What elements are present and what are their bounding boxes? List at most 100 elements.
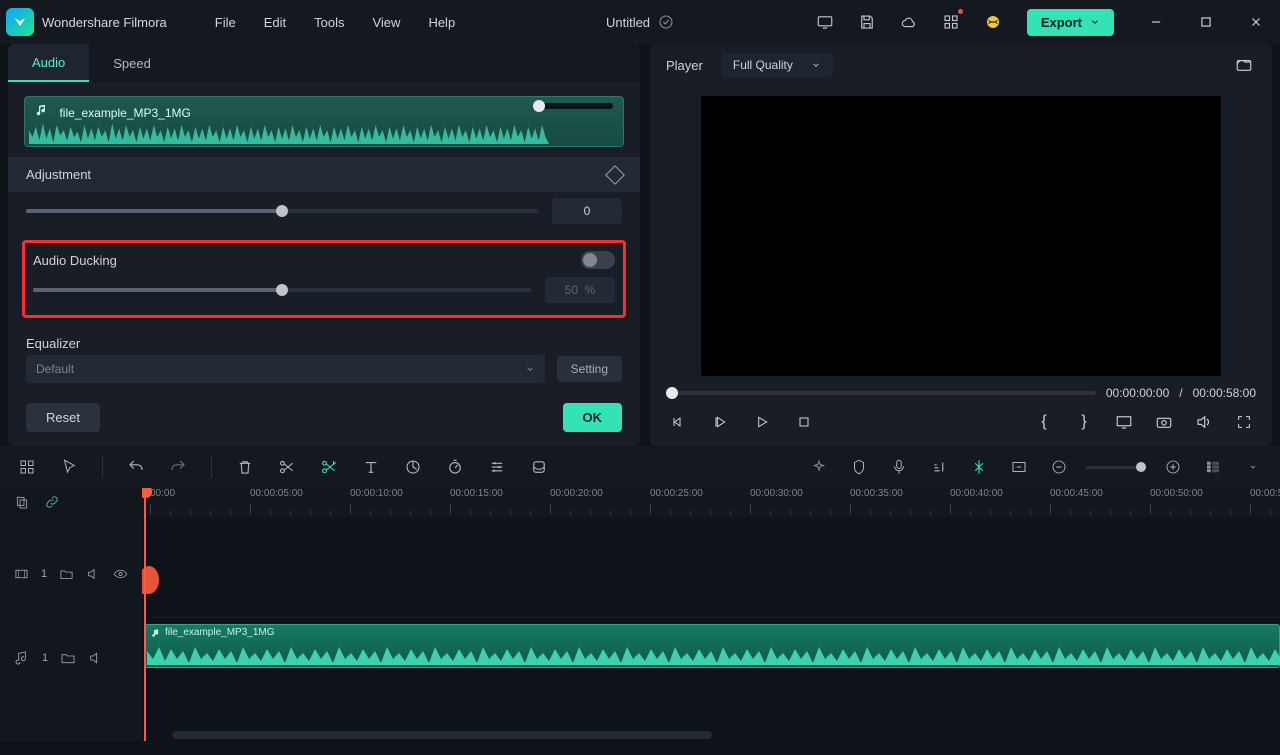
mark-in-icon[interactable]: {: [1032, 410, 1056, 434]
export-button[interactable]: Export: [1027, 9, 1114, 36]
delete-icon[interactable]: [232, 454, 258, 480]
video-track-header[interactable]: 1: [0, 518, 142, 630]
timeline: 1 1 00:0000:00:05:0000:00:10:0000:00:15:…: [0, 488, 1280, 741]
zoom-out-icon[interactable]: [1046, 454, 1072, 480]
track-menu-icon[interactable]: [1240, 454, 1266, 480]
snapshot-icon[interactable]: [1232, 53, 1256, 77]
window-minimize[interactable]: [1138, 8, 1174, 36]
panel-footer: Reset OK: [8, 393, 640, 446]
clip-visualizer[interactable]: file_example_MP3_1MG: [24, 96, 624, 147]
prev-frame-icon[interactable]: [666, 410, 690, 434]
adjust-icon[interactable]: [484, 454, 510, 480]
pitch-slider[interactable]: [26, 209, 538, 213]
marker-icon[interactable]: [846, 454, 872, 480]
tab-speed[interactable]: Speed: [89, 44, 175, 82]
fullscreen-icon[interactable]: [1232, 410, 1256, 434]
text-icon[interactable]: [358, 454, 384, 480]
sparkle-icon[interactable]: [806, 454, 832, 480]
audio-ducking-label: Audio Ducking: [33, 253, 117, 268]
keyframe-diamond-icon[interactable]: [605, 165, 625, 185]
window-maximize[interactable]: [1188, 8, 1224, 36]
seek-slider[interactable]: [666, 391, 1096, 395]
titlebar: Wondershare Filmora File Edit Tools View…: [0, 0, 1280, 44]
ruler-tick: 00:00:05:00: [250, 488, 303, 499]
split-icon[interactable]: [274, 454, 300, 480]
reset-button[interactable]: Reset: [26, 403, 100, 432]
copy-icon[interactable]: [14, 494, 30, 510]
undo-icon[interactable]: [123, 454, 149, 480]
ruler-tick: 00:00:10:00: [350, 488, 403, 499]
mixer-icon[interactable]: [926, 454, 952, 480]
grid-icon[interactable]: [14, 454, 40, 480]
menu-view[interactable]: View: [372, 15, 400, 30]
crop-icon[interactable]: [400, 454, 426, 480]
audio-track-lane[interactable]: file_example_MP3_1MG: [142, 618, 1280, 674]
zoom-in-icon[interactable]: [1160, 454, 1186, 480]
equalizer-preset-value: Default: [36, 362, 74, 376]
mic-icon[interactable]: [886, 454, 912, 480]
redo-icon[interactable]: [165, 454, 191, 480]
timeline-scrollbar[interactable]: [172, 731, 712, 739]
cursor-icon[interactable]: [56, 454, 82, 480]
time-ruler[interactable]: 00:0000:00:05:0000:00:10:0000:00:15:0000…: [142, 488, 1280, 518]
video-track-icon: [14, 566, 29, 582]
audio-track-header[interactable]: 1: [0, 630, 142, 686]
audio-clip[interactable]: file_example_MP3_1MG: [144, 624, 1280, 668]
folder-icon[interactable]: [59, 566, 74, 582]
window-close[interactable]: [1238, 8, 1274, 36]
frame-icon[interactable]: [1006, 454, 1032, 480]
audio-ducking-toggle[interactable]: [581, 251, 615, 269]
zoom-slider[interactable]: [1086, 466, 1146, 469]
apps-icon[interactable]: [937, 8, 965, 36]
video-track-lane[interactable]: [142, 518, 1280, 618]
globe-icon[interactable]: [979, 8, 1007, 36]
menu-help[interactable]: Help: [428, 15, 455, 30]
link-icon[interactable]: [44, 494, 60, 510]
playhead[interactable]: [144, 488, 146, 741]
chevron-down-icon: [811, 60, 821, 70]
equalizer-setting-button[interactable]: Setting: [557, 356, 622, 382]
timeline-main[interactable]: 00:0000:00:05:0000:00:10:0000:00:15:0000…: [142, 488, 1280, 741]
ruler-tick: 00:00:20:00: [550, 488, 603, 499]
folder-icon[interactable]: [60, 650, 76, 666]
titlebar-right: Export: [811, 8, 1274, 36]
play-back-icon[interactable]: [708, 410, 732, 434]
snap-icon[interactable]: [966, 454, 992, 480]
eye-icon[interactable]: [113, 566, 128, 582]
volume-icon[interactable]: [1192, 410, 1216, 434]
mute-icon[interactable]: [88, 650, 104, 666]
export-label: Export: [1041, 15, 1082, 30]
quality-dropdown[interactable]: Full Quality: [721, 53, 833, 77]
equalizer-preset-dropdown[interactable]: Default: [26, 355, 545, 383]
adjustment-header[interactable]: Adjustment: [8, 157, 640, 192]
audio-ducking-unit: %: [585, 283, 596, 297]
ok-button[interactable]: OK: [563, 403, 623, 432]
audio-split-icon[interactable]: [316, 454, 342, 480]
stop-icon[interactable]: [792, 410, 816, 434]
monitor-icon[interactable]: [811, 8, 839, 36]
audio-panel: Audio Speed file_example_MP3_1MG Adjustm…: [8, 44, 640, 446]
track-layout-icon[interactable]: [1200, 454, 1226, 480]
color-icon[interactable]: [526, 454, 552, 480]
timecode-total: 00:00:58:00: [1193, 386, 1256, 400]
cloud-icon[interactable]: [895, 8, 923, 36]
video-track-num: 1: [41, 568, 47, 580]
mark-out-icon[interactable]: }: [1072, 410, 1096, 434]
save-icon[interactable]: [853, 8, 881, 36]
audio-ducking-slider[interactable]: [33, 288, 531, 292]
ruler-tick: 00:00:15:00: [450, 488, 503, 499]
clip-scrubber[interactable]: [533, 103, 613, 109]
video-viewport[interactable]: [650, 86, 1272, 382]
tracks-area[interactable]: file_example_MP3_1MG: [142, 518, 1280, 741]
play-icon[interactable]: [750, 410, 774, 434]
pitch-value[interactable]: 0: [552, 198, 622, 224]
menu-file[interactable]: File: [215, 15, 236, 30]
music-note-icon: [151, 628, 161, 638]
display-icon[interactable]: [1112, 410, 1136, 434]
tab-audio[interactable]: Audio: [8, 44, 89, 82]
menu-tools[interactable]: Tools: [314, 15, 344, 30]
menu-edit[interactable]: Edit: [264, 15, 286, 30]
mute-icon[interactable]: [86, 566, 101, 582]
camera-icon[interactable]: [1152, 410, 1176, 434]
speed-icon[interactable]: [442, 454, 468, 480]
